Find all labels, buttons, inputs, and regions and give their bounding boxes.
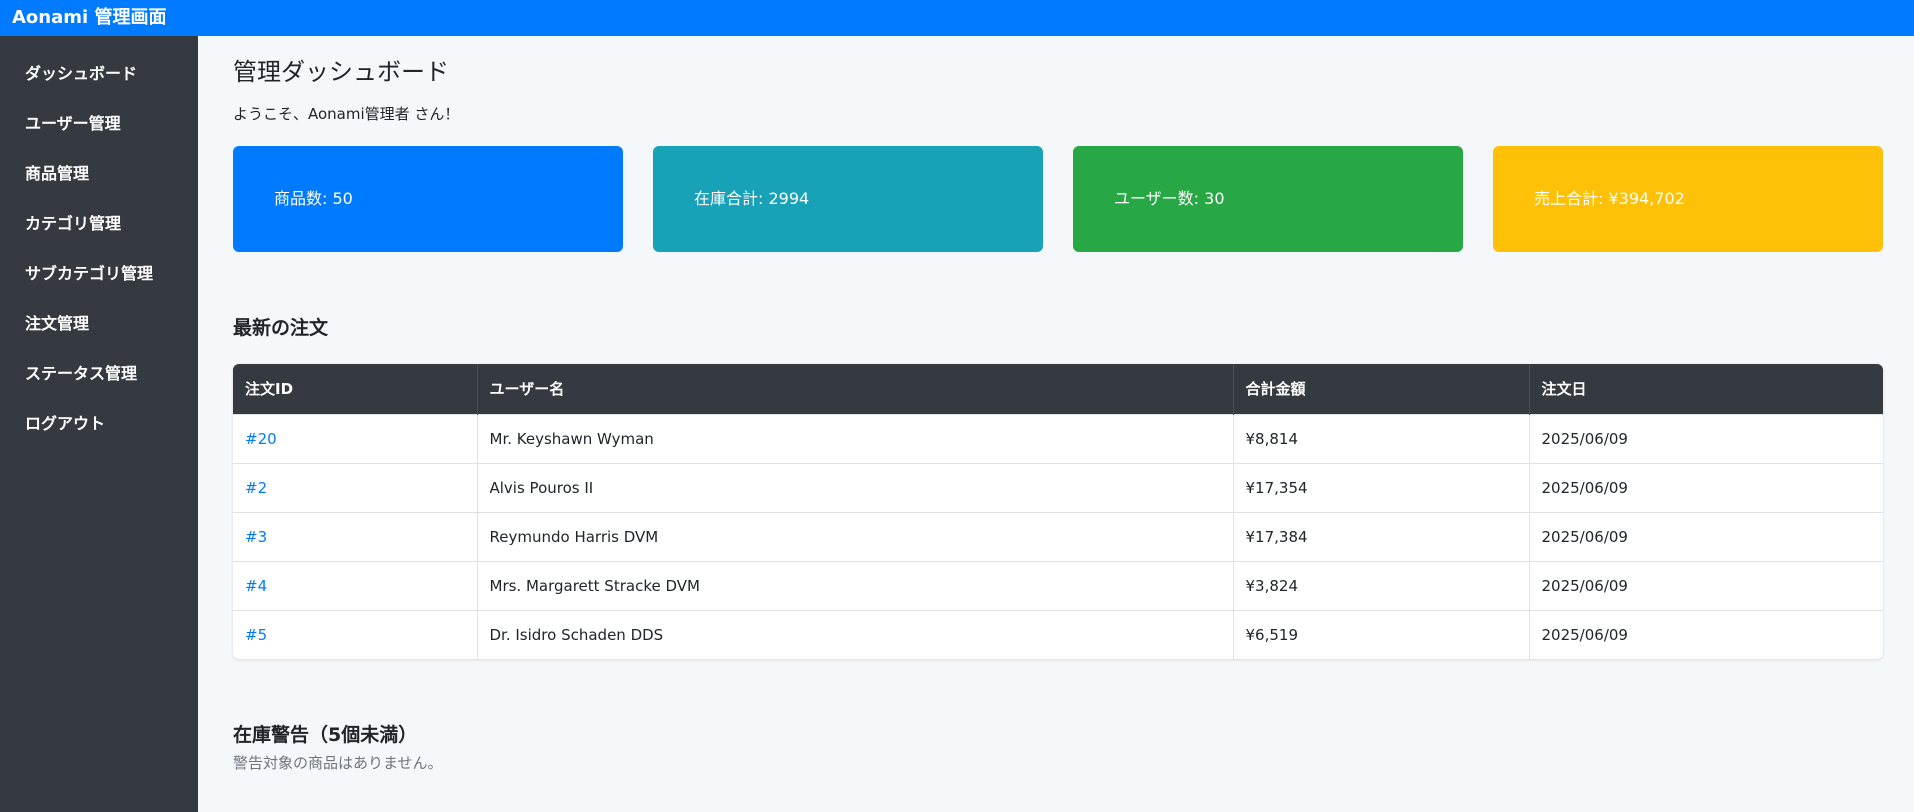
main-content: 管理ダッシュボード ようこそ、Aonami管理者 さん！ 商品数: 50 在庫合… — [233, 36, 1883, 773]
recent-orders-title: 最新の注文 — [233, 317, 329, 339]
stock-warning-title: 在庫警告（5個未満） — [233, 724, 418, 746]
stock-warning-message: 警告対象の商品はありません。 — [233, 754, 443, 772]
order-date: 2025/06/09 — [1529, 462, 1883, 512]
sidebar-item-dashboard[interactable]: ダッシュボード — [0, 52, 198, 102]
table-row: #20 Mr. Keyshawn Wyman ¥8,814 2025/06/09 — [233, 413, 1883, 463]
card-sales-total: 売上合計: ¥394,702 — [1493, 146, 1883, 252]
order-date: 2025/06/09 — [1529, 560, 1883, 610]
table-row: #5 Dr. Isidro Schaden DDS ¥6,519 2025/06… — [233, 609, 1883, 659]
order-total: ¥6,519 — [1233, 609, 1530, 659]
card-product-count: 商品数: 50 — [233, 146, 623, 252]
summary-cards: 商品数: 50 在庫合計: 2994 ユーザー数: 30 売上合計: ¥394,… — [233, 146, 1883, 252]
order-id-link[interactable]: #4 — [245, 577, 267, 595]
order-id-link[interactable]: #2 — [245, 479, 267, 497]
order-user-name: Reymundo Harris DVM — [477, 511, 1234, 561]
order-total: ¥17,354 — [1233, 462, 1530, 512]
order-user-name: Mrs. Margarett Stracke DVM — [477, 560, 1234, 610]
order-id-link[interactable]: #5 — [245, 626, 267, 644]
welcome-message: ようこそ、Aonami管理者 さん！ — [233, 105, 460, 123]
sidebar-item-users[interactable]: ユーザー管理 — [0, 102, 198, 152]
sidebar-item-products[interactable]: 商品管理 — [0, 152, 198, 202]
order-date: 2025/06/09 — [1529, 413, 1883, 463]
card-stock-total: 在庫合計: 2994 — [653, 146, 1043, 252]
column-header-total: 合計金額 — [1233, 364, 1530, 414]
order-date: 2025/06/09 — [1529, 609, 1883, 659]
sidebar-item-categories[interactable]: カテゴリ管理 — [0, 202, 198, 252]
order-total: ¥8,814 — [1233, 413, 1530, 463]
table-row: #3 Reymundo Harris DVM ¥17,384 2025/06/0… — [233, 511, 1883, 561]
order-date: 2025/06/09 — [1529, 511, 1883, 561]
order-user-name: Mr. Keyshawn Wyman — [477, 413, 1234, 463]
app-title: Aonami 管理画面 — [0, 0, 1914, 36]
order-total: ¥3,824 — [1233, 560, 1530, 610]
page-title: 管理ダッシュボード — [233, 58, 449, 86]
sidebar-item-statuses[interactable]: ステータス管理 — [0, 352, 198, 402]
table-row: #2 Alvis Pouros II ¥17,354 2025/06/09 — [233, 462, 1883, 512]
sidebar: ダッシュボード ユーザー管理 商品管理 カテゴリ管理 サブカテゴリ管理 注文管理… — [0, 36, 198, 812]
order-id-link[interactable]: #20 — [245, 430, 277, 448]
sidebar-item-subcategories[interactable]: サブカテゴリ管理 — [0, 252, 198, 302]
table-row: #4 Mrs. Margarett Stracke DVM ¥3,824 202… — [233, 560, 1883, 610]
sidebar-item-orders[interactable]: 注文管理 — [0, 302, 198, 352]
column-header-user-name: ユーザー名 — [477, 364, 1234, 414]
card-user-count: ユーザー数: 30 — [1073, 146, 1463, 252]
order-total: ¥17,384 — [1233, 511, 1530, 561]
sidebar-item-logout[interactable]: ログアウト — [0, 402, 198, 452]
order-user-name: Dr. Isidro Schaden DDS — [477, 609, 1234, 659]
order-id-link[interactable]: #3 — [245, 528, 267, 546]
recent-orders-table: 注文ID ユーザー名 合計金額 注文日 #20 Mr. Keyshawn Wym… — [233, 364, 1883, 659]
column-header-date: 注文日 — [1529, 364, 1883, 414]
column-header-order-id: 注文ID — [233, 364, 478, 414]
table-header-row: 注文ID ユーザー名 合計金額 注文日 — [233, 364, 1883, 414]
order-user-name: Alvis Pouros II — [477, 462, 1234, 512]
